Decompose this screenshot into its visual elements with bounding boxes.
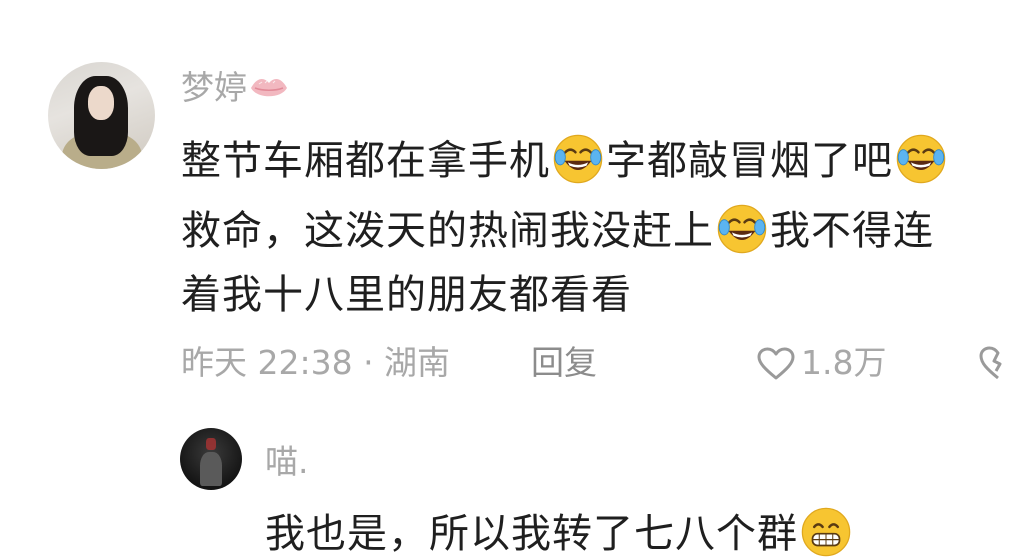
username[interactable]: 梦婷 <box>181 68 289 108</box>
time-location: 昨天 22:38 · 湖南 <box>181 343 451 382</box>
reply-username[interactable]: 喵. <box>265 442 309 482</box>
avatar-face <box>88 86 114 120</box>
comment-text-line: 整节车厢都在拿手机 字都敲冒烟了吧 <box>181 132 949 186</box>
avatar[interactable] <box>48 62 155 169</box>
comment-text-segment: 救命，这泼天的热闹我没赶上 <box>181 208 714 254</box>
reply-text: 我也是，所以我转了七八个群 <box>265 511 798 557</box>
laugh-cry-emoji <box>551 132 605 186</box>
comment-text-segment: 着我十八里的朋友都看看 <box>181 272 632 318</box>
comment-text-line: 救命，这泼天的热闹我没赶上 我不得连 <box>181 202 934 256</box>
lips-icon <box>251 78 287 97</box>
avatar-glow <box>206 438 216 450</box>
like-button[interactable]: 1.8万 <box>757 340 886 386</box>
grin-emoji <box>799 505 853 559</box>
comment-text-segment: 我不得连 <box>770 208 934 254</box>
comment-text-segment: 字都敲冒烟了吧 <box>606 138 893 184</box>
comment-text-segment: 整节车厢都在拿手机 <box>181 138 550 184</box>
reply-button[interactable]: 回复 <box>531 340 597 386</box>
heart-outline-icon <box>757 347 795 380</box>
username-text: 梦婷 <box>181 68 247 107</box>
laugh-cry-emoji <box>715 202 769 256</box>
reply-avatar[interactable] <box>180 428 242 490</box>
laugh-cry-emoji <box>894 132 948 186</box>
like-count: 1.8万 <box>801 343 887 382</box>
avatar-figure <box>200 452 222 486</box>
broken-heart-icon[interactable] <box>978 343 1015 383</box>
reply-text-line: 我也是，所以我转了七八个群 <box>265 505 854 559</box>
comment-text-line: 着我十八里的朋友都看看 <box>181 270 632 320</box>
